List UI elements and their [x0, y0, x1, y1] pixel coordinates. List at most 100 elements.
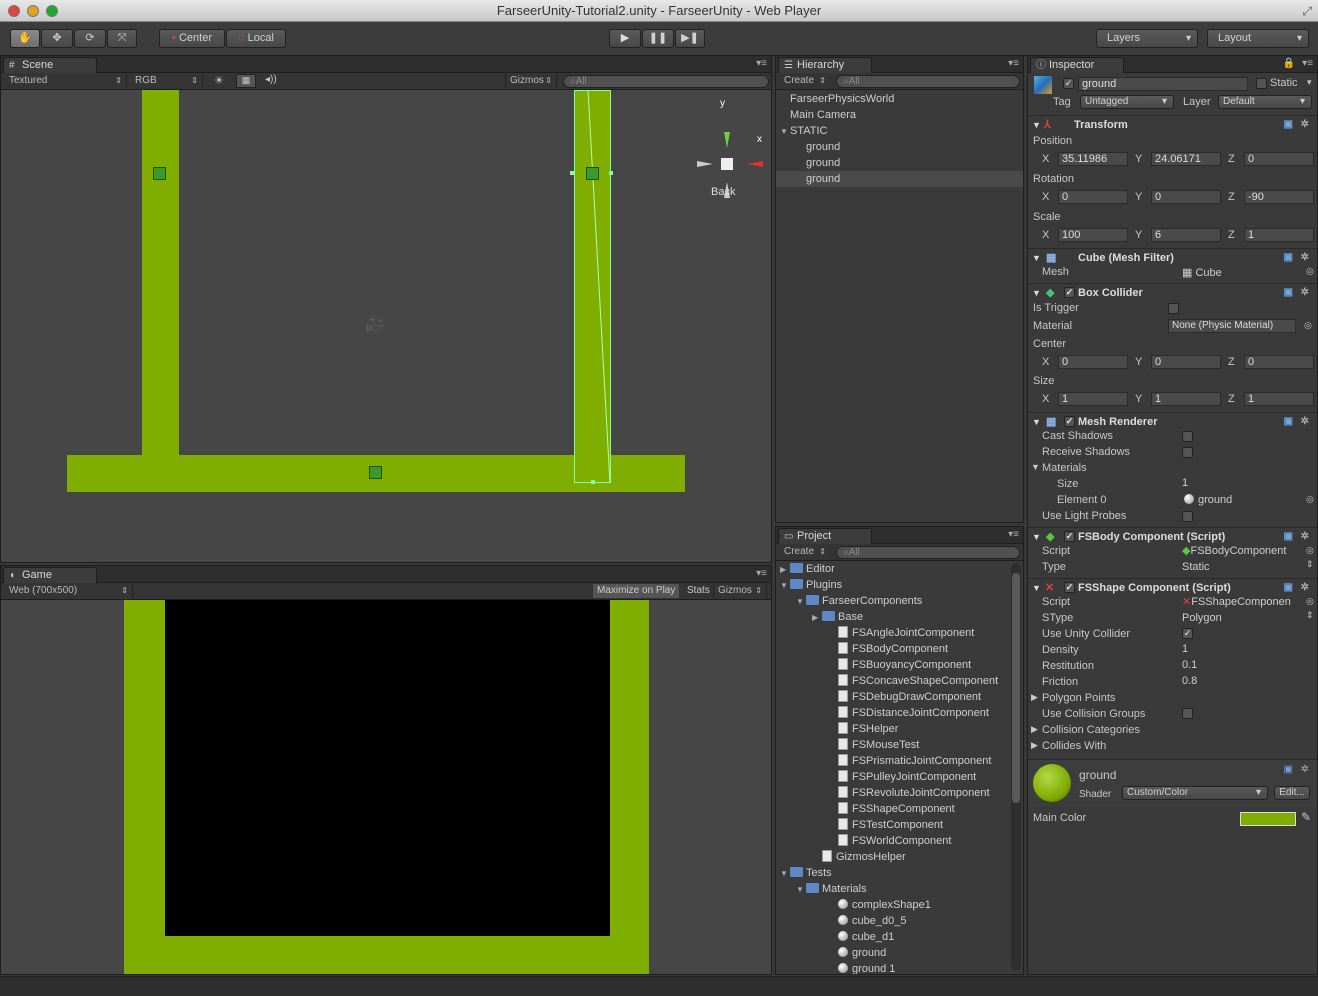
center-x-field[interactable]: 0: [1058, 355, 1128, 369]
foldout-arrow-icon[interactable]: ▶: [780, 562, 790, 578]
help-icon[interactable]: ▣: [1284, 413, 1293, 431]
project-item[interactable]: GizmosHelper: [776, 849, 1009, 865]
panel-menu-icon[interactable]: ▾≡: [756, 568, 767, 579]
tag-dropdown[interactable]: Untagged: [1080, 95, 1174, 109]
render-mode-dropdown[interactable]: Textured: [5, 74, 127, 88]
selection-handle[interactable]: [570, 171, 574, 175]
center-y-field[interactable]: 0: [1151, 355, 1221, 369]
project-item[interactable]: FSWorldComponent: [776, 833, 1009, 849]
tab-scene[interactable]: # Scene: [3, 57, 97, 73]
project-item[interactable]: cube_d0_5: [776, 913, 1009, 929]
gear-icon[interactable]: ✲: [1301, 116, 1309, 134]
main-color-swatch[interactable]: [1240, 812, 1296, 826]
object-picker-icon[interactable]: ◎: [1306, 545, 1314, 556]
maximize-on-play-button[interactable]: Maximize on Play: [593, 584, 680, 598]
project-item[interactable]: ▶ Base: [776, 609, 1009, 625]
transform-header[interactable]: ▼ ⅄ Transform ▣ ✲: [1028, 115, 1317, 133]
active-checkbox[interactable]: ✓: [1063, 78, 1074, 89]
rotation-y-field[interactable]: 0: [1151, 190, 1221, 204]
mesh-filter-header[interactable]: ▼ ▦ Cube (Mesh Filter) ▣ ✲: [1028, 248, 1317, 266]
light-probes-checkbox[interactable]: [1182, 511, 1193, 522]
project-item[interactable]: ▼ FarseerComponents: [776, 593, 1009, 609]
hierarchy-item[interactable]: Main Camera: [776, 107, 1023, 123]
foldout-arrow-icon[interactable]: ▼: [1032, 249, 1041, 267]
scrollbar-thumb[interactable]: [1012, 573, 1020, 803]
layer-dropdown[interactable]: Default: [1218, 95, 1312, 109]
foldout-arrow-icon[interactable]: ▼: [1032, 284, 1041, 302]
density-field[interactable]: 1: [1182, 643, 1188, 655]
object-picker-icon[interactable]: ◎: [1306, 596, 1314, 607]
foldout-arrow-icon[interactable]: ▼: [796, 882, 806, 898]
project-search-input[interactable]: ⌕All: [836, 546, 1020, 559]
close-window-button[interactable]: [8, 5, 20, 17]
camera-icon[interactable]: 🎥: [365, 314, 385, 334]
object-picker-icon[interactable]: ◎: [1304, 320, 1312, 331]
move-tool-button[interactable]: ✥: [41, 29, 73, 48]
box-collider-enabled-checkbox[interactable]: ✓: [1064, 287, 1075, 298]
pivot-local-button[interactable]: ◌ Local: [226, 29, 286, 48]
project-scrollbar[interactable]: [1011, 563, 1021, 971]
foldout-arrow-icon[interactable]: ▼: [1032, 579, 1041, 597]
use-collision-groups-checkbox[interactable]: [1182, 708, 1193, 719]
panel-menu-icon[interactable]: ▾≡: [1302, 58, 1313, 69]
position-z-field[interactable]: 0: [1244, 152, 1314, 166]
restitution-field[interactable]: 0.1: [1182, 659, 1197, 671]
project-item[interactable]: ▶ Editor: [776, 561, 1009, 577]
pause-button[interactable]: ❚❚: [642, 29, 674, 48]
foldout-arrow-icon[interactable]: ▼: [780, 866, 790, 882]
minimize-window-button[interactable]: [27, 5, 39, 17]
project-item[interactable]: FSPrismaticJointComponent: [776, 753, 1009, 769]
rotation-z-field[interactable]: -90: [1244, 190, 1314, 204]
foldout-arrow-icon[interactable]: ▶: [812, 610, 822, 626]
foldout-arrow-icon[interactable]: ▼: [1032, 413, 1041, 431]
hierarchy-item[interactable]: ground: [776, 171, 1023, 187]
project-item[interactable]: FSHelper: [776, 721, 1009, 737]
project-item[interactable]: FSBuoyancyComponent: [776, 657, 1009, 673]
project-item[interactable]: ▼ Plugins: [776, 577, 1009, 593]
gizmos-dropdown[interactable]: Gizmos: [505, 74, 557, 88]
cast-shadows-checkbox[interactable]: [1182, 431, 1193, 442]
tab-hierarchy[interactable]: ☰ Hierarchy: [778, 57, 872, 73]
project-item[interactable]: FSDebugDrawComponent: [776, 689, 1009, 705]
mesh-renderer-enabled-checkbox[interactable]: ✓: [1064, 416, 1075, 427]
help-icon[interactable]: ▣: [1284, 249, 1293, 267]
project-item[interactable]: FSAngleJointComponent: [776, 625, 1009, 641]
resolution-dropdown[interactable]: Web (700x500): [5, 584, 133, 598]
eyedropper-icon[interactable]: ✎: [1301, 810, 1311, 824]
foldout-arrow-icon[interactable]: ▼: [796, 594, 806, 610]
scale-x-field[interactable]: 100: [1058, 228, 1128, 242]
fsshape-header[interactable]: ▼ ✕ ✓ FSShape Component (Script) ▣ ✲: [1028, 578, 1317, 596]
hierarchy-item[interactable]: ▼ STATIC: [776, 123, 1023, 139]
mesh-renderer-header[interactable]: ▼ ▦ ✓ Mesh Renderer ▣ ✲: [1028, 412, 1317, 430]
project-item[interactable]: FSConcaveShapeComponent: [776, 673, 1009, 689]
element0-value[interactable]: ground: [1184, 494, 1232, 506]
fsshape-enabled-checkbox[interactable]: ✓: [1064, 582, 1075, 593]
center-z-field[interactable]: 0: [1244, 355, 1314, 369]
dropdown-arrows-icon[interactable]: ⇕: [1306, 559, 1314, 570]
game-gizmos-dropdown[interactable]: Gizmos: [713, 584, 767, 598]
dropdown-arrows-icon[interactable]: ⇕: [1306, 610, 1314, 621]
project-item[interactable]: FSShapeComponent: [776, 801, 1009, 817]
foldout-arrow-icon[interactable]: ▼: [1031, 462, 1040, 472]
static-dropdown-icon[interactable]: ▾: [1307, 77, 1312, 88]
hierarchy-item[interactable]: ground: [776, 139, 1023, 155]
project-item[interactable]: ground 1: [776, 961, 1009, 974]
scale-tool-button[interactable]: ⤧: [107, 29, 137, 48]
fsbody-header[interactable]: ▼ ◆ ✓ FSBody Component (Script) ▣ ✲: [1028, 527, 1317, 545]
foldout-arrow-icon[interactable]: ▼: [1032, 528, 1041, 546]
gear-icon[interactable]: ✲: [1301, 284, 1309, 302]
use-unity-collider-checkbox[interactable]: ✓: [1182, 628, 1193, 639]
project-item[interactable]: FSTestComponent: [776, 817, 1009, 833]
size-x-field[interactable]: 1: [1058, 392, 1128, 406]
rotate-tool-button[interactable]: ⟳: [74, 29, 106, 48]
collision-categories-foldout[interactable]: Collision Categories: [1042, 724, 1140, 736]
object-picker-icon[interactable]: ◎: [1306, 266, 1314, 277]
help-icon[interactable]: ▣: [1284, 764, 1293, 775]
project-item[interactable]: complexShape1: [776, 897, 1009, 913]
project-item[interactable]: FSMouseTest: [776, 737, 1009, 753]
project-item[interactable]: ground: [776, 945, 1009, 961]
fsbody-type-dropdown[interactable]: Static: [1182, 561, 1210, 573]
foldout-arrow-icon[interactable]: ▶: [1031, 724, 1038, 735]
gear-icon[interactable]: ✲: [1301, 528, 1309, 546]
scene-search-input[interactable]: ⌕All: [563, 75, 769, 88]
